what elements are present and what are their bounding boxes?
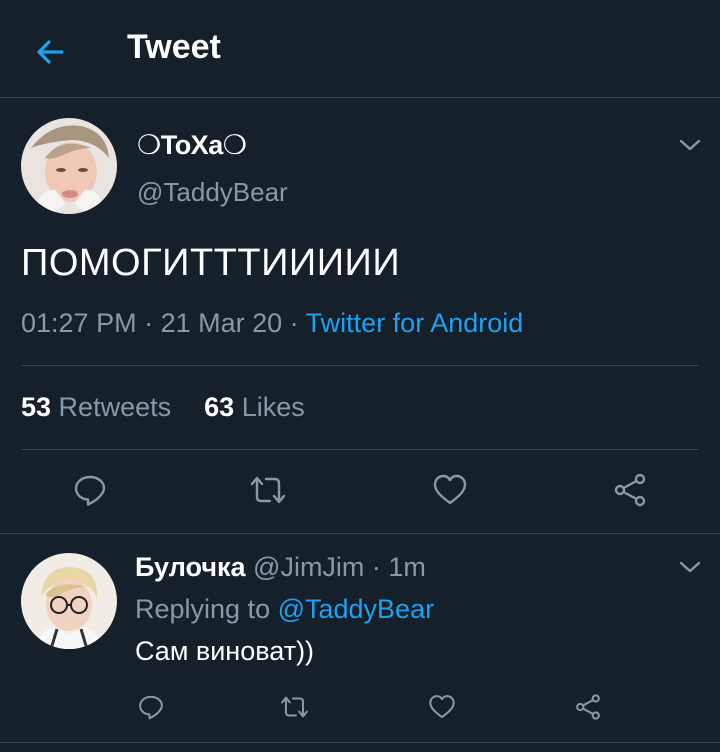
share-icon bbox=[614, 473, 646, 507]
tweet-date: 21 Mar 20 bbox=[160, 308, 283, 338]
share-icon bbox=[576, 694, 600, 720]
back-button[interactable] bbox=[30, 32, 70, 72]
heart-icon bbox=[433, 474, 467, 505]
likes-count: 63 bbox=[204, 392, 235, 422]
reply-like-button[interactable] bbox=[425, 690, 459, 724]
reply-time: · 1m bbox=[364, 552, 426, 582]
heart-icon bbox=[429, 695, 455, 719]
divider bbox=[21, 449, 699, 450]
replying-to: Replying to @TaddyBear bbox=[135, 594, 434, 625]
tweet-time: 01:27 PM bbox=[21, 308, 137, 338]
reply-author-avatar[interactable] bbox=[21, 553, 117, 649]
page-title: Tweet bbox=[127, 28, 221, 66]
likes-label: Likes bbox=[234, 392, 305, 422]
reply-icon bbox=[139, 695, 163, 720]
retweets-stat[interactable]: 53 Retweets bbox=[21, 392, 171, 422]
replying-prefix: Replying to bbox=[135, 594, 278, 624]
share-button[interactable] bbox=[608, 468, 652, 512]
tweet-text: ПОМОГИТТТИИИИИ bbox=[21, 242, 401, 284]
meta-separator: · bbox=[136, 308, 161, 338]
retweet-button[interactable] bbox=[246, 468, 290, 512]
section-divider bbox=[0, 533, 720, 534]
likes-stat[interactable]: 63 Likes bbox=[204, 392, 305, 422]
reply-header: Булочка @JimJim · 1m bbox=[135, 552, 426, 583]
reply-retweet-button[interactable] bbox=[277, 690, 311, 724]
like-button[interactable] bbox=[428, 468, 472, 512]
tweet-source-link[interactable]: Twitter for Android bbox=[306, 308, 524, 338]
author-handle[interactable]: @TaddyBear bbox=[137, 177, 288, 208]
divider bbox=[21, 365, 699, 366]
retweets-label: Retweets bbox=[51, 392, 172, 422]
retweets-count: 53 bbox=[21, 392, 52, 422]
author-display-name[interactable]: ❍ToXa❍ bbox=[137, 130, 247, 161]
chevron-down-icon[interactable] bbox=[678, 559, 702, 575]
author-avatar[interactable] bbox=[21, 118, 117, 214]
arrow-left-icon bbox=[37, 40, 64, 64]
reply-author-handle[interactable]: @JimJim bbox=[246, 552, 364, 582]
reply-button[interactable] bbox=[68, 468, 112, 512]
chevron-down-icon[interactable] bbox=[678, 137, 702, 153]
reply-reply-button[interactable] bbox=[134, 690, 168, 724]
retweet-icon bbox=[250, 476, 286, 504]
reply-share-button[interactable] bbox=[571, 690, 605, 724]
reply-author-name[interactable]: Булочка bbox=[135, 552, 246, 582]
replying-to-handle[interactable]: @TaddyBear bbox=[278, 594, 435, 624]
retweet-icon bbox=[280, 696, 308, 718]
reply-icon bbox=[74, 475, 106, 506]
meta-separator: · bbox=[282, 308, 306, 338]
tweet-stats: 53 Retweets 63 Likes bbox=[21, 392, 305, 423]
section-divider bbox=[0, 742, 720, 743]
reply-text: Сам виноват)) bbox=[135, 636, 315, 666]
top-bar: Tweet bbox=[0, 0, 720, 98]
tweet-meta: 01:27 PM · 21 Mar 20 · Twitter for Andro… bbox=[21, 308, 523, 339]
